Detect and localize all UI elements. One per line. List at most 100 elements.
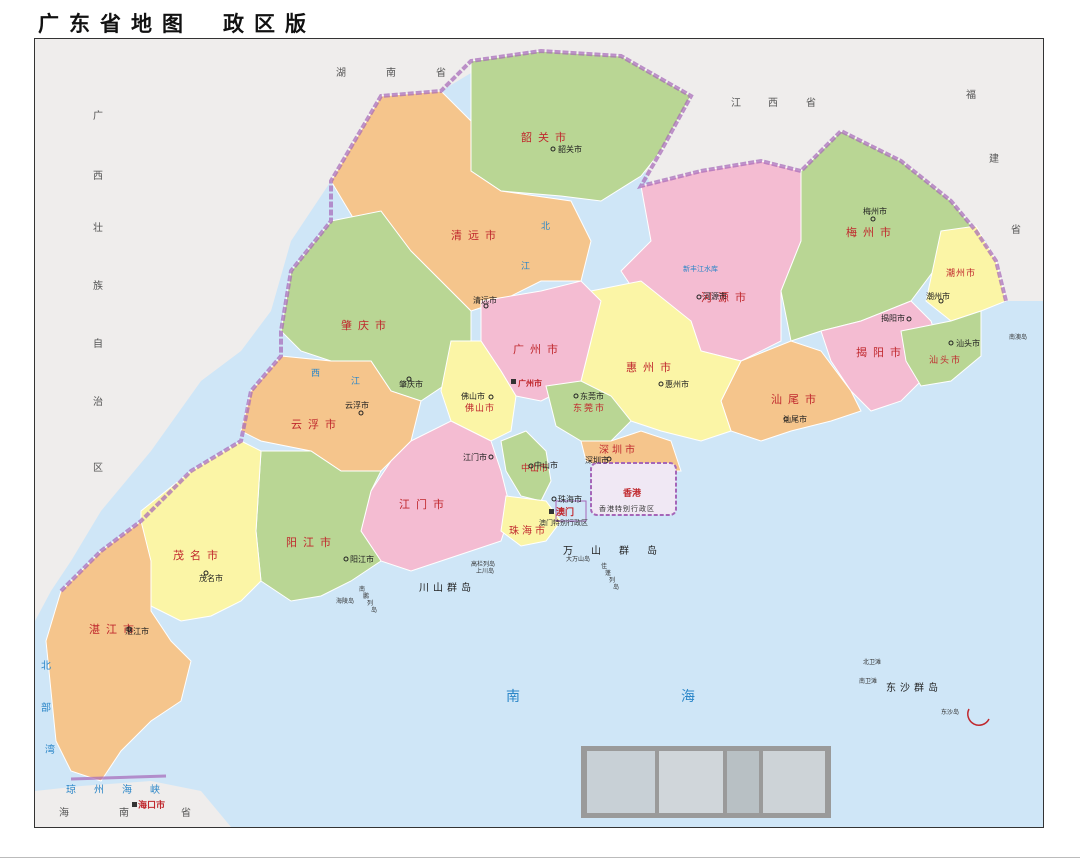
hunan-char-3: 省 xyxy=(436,66,446,79)
svg-text:汕尾市: 汕尾市 xyxy=(783,414,807,424)
guangxi-char-4: 族 xyxy=(93,279,103,292)
chuanshan-char-4: 岛 xyxy=(461,581,475,594)
fujian-char-1: 福 xyxy=(966,88,976,101)
dongsha-island-label: 东沙岛 xyxy=(941,708,959,716)
hongkong-caption: 香港特别行政区 xyxy=(599,504,655,513)
svg-text:阳江市: 阳江市 xyxy=(350,554,374,564)
map-title: 广东省地图 xyxy=(38,11,193,36)
svg-text:广州市: 广州市 xyxy=(518,378,542,388)
svg-text:惠州市: 惠州市 xyxy=(665,379,689,389)
city-label-dongguan: 东莞市 xyxy=(573,402,606,414)
strait-char-2: 州 xyxy=(94,784,104,796)
city-label-zhaoqing: 肇庆市 xyxy=(341,318,392,332)
south-sea-label-1: 南 xyxy=(506,689,520,705)
svg-text:东莞市: 东莞市 xyxy=(580,391,604,401)
inset-panel-2 xyxy=(659,751,723,813)
beiwei-label: 北卫滩 xyxy=(863,658,881,666)
svg-text:韶关市: 韶关市 xyxy=(558,144,582,154)
seat-zhongshan[interactable]: 中山市 xyxy=(528,460,558,470)
nanpeng-char-2: 鹏 xyxy=(363,592,369,600)
city-label-shenzhen: 深圳市 xyxy=(599,443,638,456)
province-map[interactable]: 韶关市 清远市 河源市 梅州市 潮州市 揭阳市 汕头市 汕尾市 惠州市 肇庆市 … xyxy=(35,39,1043,827)
svg-text:肇庆市: 肇庆市 xyxy=(399,379,423,389)
jiapeng-char-3: 列 xyxy=(609,576,615,584)
city-label-shaoguan: 韶关市 xyxy=(521,130,572,144)
shangchuan-label: 上川岛 xyxy=(476,567,494,575)
hunan-char-2: 南 xyxy=(386,66,396,79)
svg-text:河源市: 河源市 xyxy=(703,291,727,301)
macau-marker xyxy=(549,509,554,514)
nanao-label: 南澳岛 xyxy=(1009,333,1027,341)
svg-text:江门市: 江门市 xyxy=(463,452,487,462)
nanpeng-char-3: 列 xyxy=(367,599,373,607)
footer-divider xyxy=(0,857,1080,858)
svg-text:清远市: 清远市 xyxy=(473,295,497,305)
svg-text:梅州市: 梅州市 xyxy=(863,206,887,216)
reservoir-label: 新丰江水库 xyxy=(683,264,718,273)
guangxi-char-6: 治 xyxy=(93,395,103,408)
hunan-char-1: 湖 xyxy=(336,67,346,79)
hainan-char-2: 南 xyxy=(119,806,129,819)
jiangxi-char-3: 省 xyxy=(806,96,816,109)
dawan-label: 大万山岛 xyxy=(566,555,590,563)
macau-caption: 澳门特别行政区 xyxy=(539,518,588,527)
hongkong-label: 香港 xyxy=(622,487,642,499)
fujian-char-2: 建 xyxy=(989,152,999,165)
jiapeng-char-2: 蓬 xyxy=(605,569,611,577)
wanshan-char-3: 群 xyxy=(619,544,633,557)
guangxi-char-3: 壮 xyxy=(93,222,103,234)
svg-text:佛山市: 佛山市 xyxy=(461,391,485,401)
city-label-maoming: 茂名市 xyxy=(173,548,224,562)
city-label-shanwei: 汕尾市 xyxy=(771,392,822,406)
svg-text:潮州市: 潮州市 xyxy=(926,291,950,301)
nanpeng-char-1: 南 xyxy=(359,585,365,593)
svg-text:茂名市: 茂名市 xyxy=(199,573,223,583)
svg-text:云浮市: 云浮市 xyxy=(345,400,369,410)
city-label-jiangmen: 江门市 xyxy=(399,497,450,511)
city-label-huizhou: 惠州市 xyxy=(626,360,677,374)
hainan-char-1: 海 xyxy=(59,806,69,819)
jiangxi-char-2: 西 xyxy=(768,98,778,109)
south-sea-label-2: 海 xyxy=(681,689,695,705)
city-label-qingyuan: 清远市 xyxy=(451,228,502,242)
seat-zhanjiang[interactable]: 湛江市 xyxy=(125,626,149,636)
strait-char-1: 琼 xyxy=(66,783,76,796)
inset-panel-1 xyxy=(587,751,655,813)
xijiang-char-2: 江 xyxy=(351,376,360,387)
guangxi-char-1: 广 xyxy=(93,110,103,122)
svg-text:珠海市: 珠海市 xyxy=(558,494,582,504)
city-label-jieyang: 揭阳市 xyxy=(856,345,907,359)
inset-panel-4 xyxy=(763,751,825,813)
gulf-char-1: 北 xyxy=(41,660,51,672)
seat-shanwei[interactable]: 汕尾市 xyxy=(783,414,807,424)
svg-text:湛江市: 湛江市 xyxy=(125,626,149,636)
chuanshan-char-1: 川 xyxy=(419,583,433,594)
city-label-guangzhou: 广州市 xyxy=(513,342,564,356)
city-label-meizhou: 梅州市 xyxy=(846,225,897,239)
guangxi-char-5: 自 xyxy=(93,337,103,350)
city-label-foshan: 佛山市 xyxy=(465,402,495,414)
hainan-char-3: 省 xyxy=(181,806,191,819)
macau-label: 澳门 xyxy=(556,506,574,518)
dongsha-label: 东沙群岛 xyxy=(886,681,942,694)
xijiang-char-1: 西 xyxy=(311,368,320,379)
gulf-char-3: 湾 xyxy=(45,743,55,756)
nanpeng-char-4: 岛 xyxy=(371,606,377,614)
seat-shenzhen[interactable]: 深圳市 xyxy=(585,455,612,465)
svg-text:汕头市: 汕头市 xyxy=(956,338,980,348)
city-label-yunfu: 云浮市 xyxy=(291,417,342,431)
map-frame[interactable]: 韶关市 清远市 河源市 梅州市 潮州市 揭阳市 汕头市 汕尾市 惠州市 肇庆市 … xyxy=(34,38,1044,828)
beijiang-char-1: 北 xyxy=(541,221,550,232)
city-label-chaozhou: 潮州市 xyxy=(946,267,976,279)
nanwei-label: 南卫滩 xyxy=(859,677,877,685)
guangxi-char-2: 西 xyxy=(93,171,103,182)
page-title: 广东省地图 政区版 xyxy=(38,8,316,38)
wanshan-char-4: 岛 xyxy=(647,544,661,557)
svg-text:揭阳市: 揭阳市 xyxy=(881,313,905,323)
chuanshan-char-3: 群 xyxy=(447,581,461,594)
wanshan-char-2: 山 xyxy=(591,545,605,557)
jiangxi-char-1: 江 xyxy=(731,97,741,109)
beijiang-char-2: 江 xyxy=(521,261,530,272)
svg-text:深圳市: 深圳市 xyxy=(585,455,609,465)
city-label-yangjiang: 阳江市 xyxy=(286,535,337,549)
